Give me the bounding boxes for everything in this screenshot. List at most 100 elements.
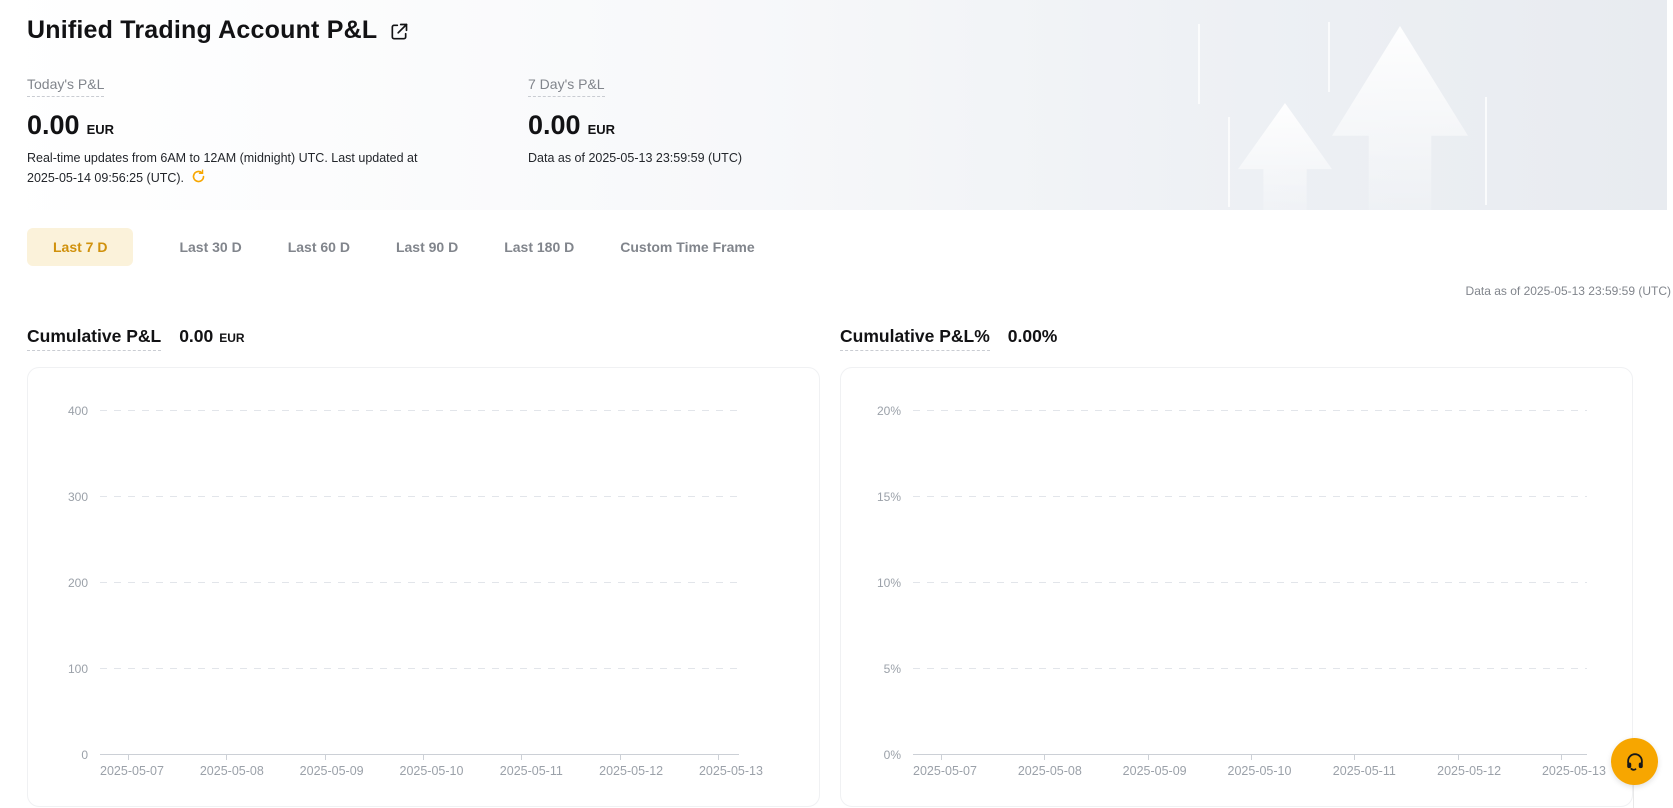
tab-last-180d[interactable]: Last 180 D [504,228,574,266]
axis-tick [1458,755,1459,760]
x-axis-labels: 2025-05-07 2025-05-08 2025-05-09 2025-05… [92,764,771,778]
headset-icon [1624,751,1646,773]
seven-day-pnl-label[interactable]: 7 Day's P&L [528,76,605,97]
y-axis-tick-label: 300 [28,490,88,504]
dashed-gridline [100,410,739,411]
cumulative-pnl-header: Cumulative P&L 0.00 EUR [27,326,820,352]
timeframe-tabs: Last 7 D Last 30 D Last 60 D Last 90 D L… [27,228,755,266]
support-widget-line [1633,783,1634,808]
x-axis-date-label: 2025-05-13 [1534,764,1614,778]
axis-tick [1354,755,1355,760]
tab-last-30d[interactable]: Last 30 D [179,228,241,266]
page-title: Unified Trading Account P&L [27,16,377,45]
todays-pnl-value: 0.00 [27,110,80,141]
axis-tick [1561,755,1562,760]
x-axis-ticks [941,755,1562,760]
cumulative-pnl-unit: EUR [219,331,244,345]
x-axis-date-label: 2025-05-08 [1010,764,1090,778]
axis-tick [128,755,129,760]
gridline-row: 200 [28,582,819,596]
charts-section: Cumulative P&L 0.00 EUR 400 300 200 100 [27,326,1633,807]
tab-last-90d[interactable]: Last 90 D [396,228,458,266]
banner-light-beam [1485,97,1487,205]
y-axis-tick-label: 10% [841,576,901,590]
dashed-gridline [913,496,1587,497]
x-axis-date-label: 2025-05-09 [292,764,372,778]
axis-tick [423,755,424,760]
x-axis-date-label: 2025-05-13 [691,764,771,778]
cumulative-pnl-value-wrap: 0.00 EUR [179,326,244,347]
axis-tick [226,755,227,760]
seven-day-pnl-block: 7 Day's P&L 0.00 EUR Data as of 2025-05-… [528,76,968,168]
dashed-gridline [100,668,739,669]
x-axis-date-label: 2025-05-11 [491,764,571,778]
external-link-icon[interactable] [389,22,409,42]
tab-custom-time-frame[interactable]: Custom Time Frame [620,228,754,266]
gridline-row: 300 [28,496,819,510]
seven-day-pnl-value-row: 0.00 EUR [528,110,968,141]
x-axis-date-label: 2025-05-10 [1219,764,1299,778]
gridline-row: 20% [841,410,1632,424]
x-axis-date-label: 2025-05-12 [591,764,671,778]
page: Unified Trading Account P&L Today's P&L … [0,0,1673,808]
axis-tick [521,755,522,760]
dashed-gridline [100,496,739,497]
x-axis-labels: 2025-05-07 2025-05-08 2025-05-09 2025-05… [905,764,1614,778]
banner-light-beam [1328,22,1330,92]
y-axis-zero-label: 0 [28,748,88,762]
refresh-icon[interactable] [191,169,206,184]
support-button[interactable] [1611,738,1658,785]
y-axis-tick-label: 5% [841,662,901,676]
seven-day-pnl-currency: EUR [588,122,615,137]
cumulative-pnl-pct-title[interactable]: Cumulative P&L% [840,326,990,351]
y-axis-tick-label: 100 [28,662,88,676]
scrollbar-track[interactable] [1667,0,1673,210]
x-axis-date-label: 2025-05-12 [1429,764,1509,778]
x-axis-date-label: 2025-05-10 [391,764,471,778]
x-axis-date-label: 2025-05-07 [92,764,172,778]
todays-pnl-value-row: 0.00 EUR [27,110,467,141]
axis-tick [1044,755,1045,760]
axis-tick [1251,755,1252,760]
x-axis-ticks [128,755,719,760]
y-axis-zero-label: 0% [841,748,901,762]
cumulative-pnl-pct-header: Cumulative P&L% 0.00% [840,326,1633,352]
cumulative-pnl-title[interactable]: Cumulative P&L [27,326,161,351]
todays-pnl-note-line2: 2025-05-14 09:56:25 (UTC). [27,171,184,185]
axis-tick [325,755,326,760]
dashed-gridline [100,582,739,583]
title-row: Unified Trading Account P&L [27,16,409,45]
x-axis-date-label: 2025-05-07 [905,764,985,778]
y-axis-tick-label: 15% [841,490,901,504]
dashed-gridline [913,410,1587,411]
todays-pnl-note: Real-time updates from 6AM to 12AM (midn… [27,148,437,188]
banner-light-beam [1198,24,1200,104]
banner-light-beam [1228,117,1230,207]
seven-day-pnl-note: Data as of 2025-05-13 23:59:59 (UTC) [528,148,938,168]
y-axis-tick-label: 400 [28,404,88,418]
gridline-row: 10% [841,582,1632,596]
todays-pnl-currency: EUR [87,122,114,137]
up-arrow-decoration-large [1332,26,1468,210]
x-axis-date-label: 2025-05-11 [1324,764,1404,778]
axis-tick [941,755,942,760]
gridline-row: 100 [28,668,819,682]
cumulative-pnl-pct-value-wrap: 0.00% [1008,326,1058,347]
tab-last-7d[interactable]: Last 7 D [27,228,133,266]
todays-pnl-label[interactable]: Today's P&L [27,76,104,97]
axis-tick [620,755,621,760]
x-axis-date-label: 2025-05-08 [192,764,272,778]
gridline-row: 400 [28,410,819,424]
cumulative-pnl-pct-value: 0.00% [1008,326,1058,347]
cumulative-pnl-value: 0.00 [179,326,213,347]
cumulative-pnl-pct-chart-block: Cumulative P&L% 0.00% 20% 15% 10% 5% [840,326,1633,807]
y-axis-tick-label: 200 [28,576,88,590]
tab-last-60d[interactable]: Last 60 D [288,228,350,266]
gridline-row: 15% [841,496,1632,510]
data-as-of-text: Data as of 2025-05-13 23:59:59 (UTC) [1466,284,1671,298]
axis-tick [718,755,719,760]
seven-day-pnl-value: 0.00 [528,110,581,141]
todays-pnl-note-line1: Real-time updates from 6AM to 12AM (midn… [27,151,417,165]
y-axis-tick-label: 20% [841,404,901,418]
cumulative-pnl-chart: 400 300 200 100 0 2025-05-07 [27,367,820,807]
